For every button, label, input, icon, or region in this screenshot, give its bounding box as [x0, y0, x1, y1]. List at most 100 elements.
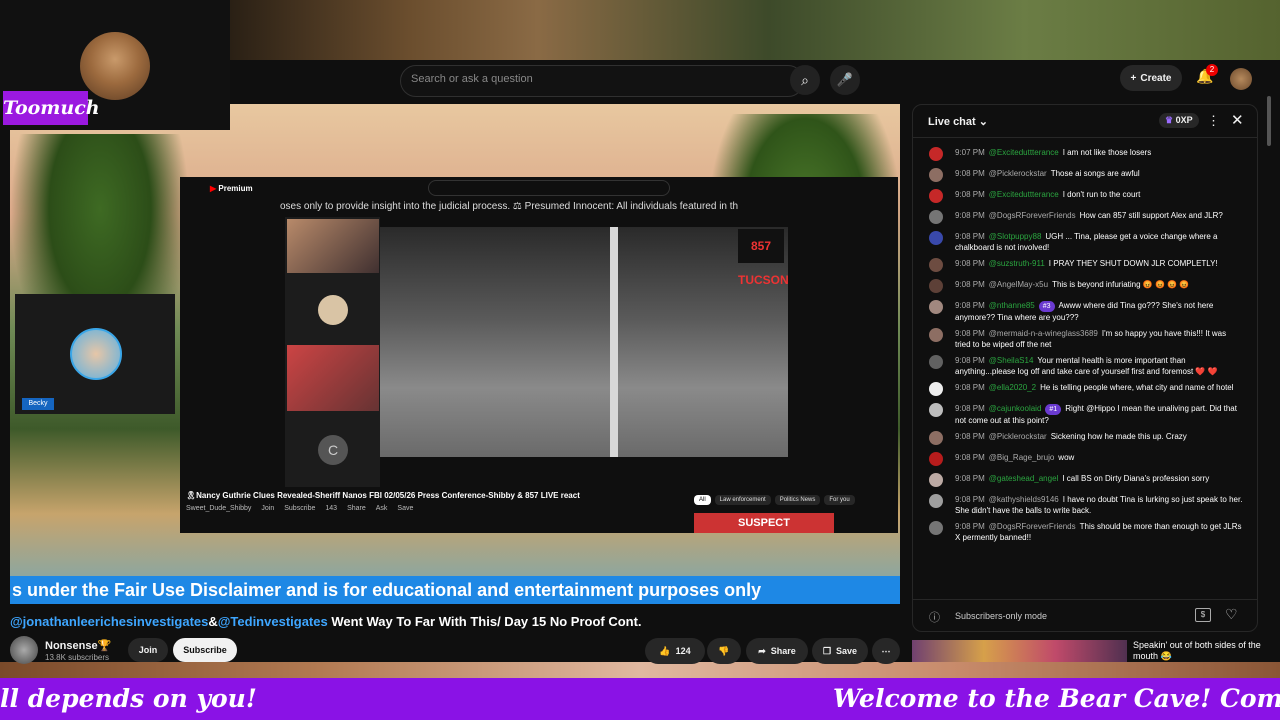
chat-text: I call BS on Dirty Diana's profession so… — [1062, 474, 1210, 483]
inner-subscribe: Subscribe — [284, 505, 316, 512]
chat-text: Those ai songs are awful — [1050, 169, 1140, 178]
chat-avatar[interactable] — [929, 210, 943, 224]
chat-avatar[interactable] — [929, 258, 943, 272]
chat-author[interactable]: @ella2020_2 — [989, 383, 1036, 392]
save-label: Save — [836, 646, 858, 656]
chat-avatar[interactable] — [929, 382, 943, 396]
chat-avatar[interactable] — [929, 300, 943, 314]
super-chat-icon[interactable]: $ — [1195, 608, 1211, 622]
chat-avatar[interactable] — [929, 189, 943, 203]
chat-avatar[interactable] — [929, 168, 943, 182]
chat-author[interactable]: @mermaid-n-a-wineglass3689 — [989, 329, 1098, 338]
dislike-button[interactable]: 👎 — [707, 638, 741, 664]
inner-video-title: 🎗Nancy Guthrie Clues Revealed-Sheriff Na… — [186, 491, 580, 500]
chat-author[interactable]: @cajunkoolaid — [989, 404, 1042, 413]
chat-message: 9:08 PM @cajunkoolaid #1 Right @Hippo I mea… — [913, 401, 1257, 429]
chat-author[interactable]: @DogsRForeverFriends — [989, 211, 1076, 220]
channel-name[interactable]: Nonsense🏆 — [45, 639, 111, 652]
chat-author[interactable]: @nthanne85 — [989, 301, 1035, 310]
chat-message: 9:08 PM @gateshead_angel I call BS on Dirt… — [913, 471, 1257, 492]
mention-link[interactable]: @Tedinvestigates — [218, 614, 328, 629]
chat-author[interactable]: @SheilaS14 — [989, 356, 1034, 365]
suspect-banner: SUSPECT — [694, 513, 834, 533]
chat-avatar[interactable] — [929, 431, 943, 445]
close-icon[interactable]: ✕ — [1231, 111, 1244, 129]
chat-author[interactable]: @gateshead_angel — [989, 474, 1059, 483]
create-label: Create — [1140, 72, 1172, 84]
participant-cam — [287, 345, 379, 411]
chat-message: 9:08 PM @Picklerockstar Sickening how he m… — [913, 429, 1257, 450]
marquee-text-left: ll depends on you! — [0, 684, 257, 713]
video-player[interactable]: Becky ▶ Premium oses only to provide ins… — [10, 104, 900, 604]
search-input[interactable]: Search or ask a question — [400, 65, 804, 97]
guest-name-tag: Becky — [22, 398, 54, 410]
inner-channel: Sweet_Dude_Shibby — [186, 505, 252, 512]
chat-text: I don't run to the court — [1062, 190, 1141, 199]
chat-avatar[interactable] — [929, 521, 943, 535]
inner-meta: Sweet_Dude_Shibby Join Subscribe 143 Sha… — [186, 505, 413, 512]
inner-topbar: ▶ Premium — [180, 177, 898, 199]
mention-link[interactable]: @jonathanleerichesinvestigates — [10, 614, 208, 629]
chat-avatar[interactable] — [929, 231, 943, 245]
subscribe-button[interactable]: Subscribe — [173, 638, 237, 662]
kebab-menu-icon[interactable]: ⋮ — [1207, 113, 1220, 129]
chat-time: 9:08 PM — [955, 474, 985, 483]
chat-author[interactable]: @Slotpuppy88 — [989, 232, 1042, 241]
save-button[interactable]: ❐ Save — [812, 638, 868, 664]
plus-icon: + — [1130, 72, 1137, 84]
chat-author[interactable]: @suzstruth-911 — [989, 259, 1045, 268]
chat-time: 9:08 PM — [955, 432, 985, 441]
thumbs-down-icon: 👎 — [718, 645, 730, 656]
info-icon[interactable]: ⓘ — [929, 609, 940, 625]
chat-avatar[interactable] — [929, 355, 943, 369]
recommended-thumbnail[interactable] — [912, 640, 1127, 662]
search-icon[interactable]: ⌕ — [790, 65, 820, 95]
join-button[interactable]: Join — [128, 638, 168, 662]
chat-message: 9:08 PM @nthanne85 #3 Awww where did Tina g… — [913, 298, 1257, 326]
chat-author[interactable]: @DogsRForeverFriends — [989, 522, 1076, 531]
chip: Politics News — [774, 495, 821, 505]
chat-author[interactable]: @Exciteduttterance — [989, 148, 1059, 157]
chat-message: 9:07 PM @Exciteduttterance I am not like t… — [913, 145, 1257, 166]
chat-message: 9:08 PM @Exciteduttterance I don't run to … — [913, 187, 1257, 208]
xp-badge[interactable]: ♛ 0XP — [1159, 113, 1199, 128]
chat-mode-dropdown[interactable]: Live chat ⌄ — [928, 115, 988, 128]
chat-author[interactable]: @Picklerockstar — [989, 169, 1047, 178]
inner-crawl-text: oses only to provide insight into the ju… — [280, 201, 739, 212]
microphone-icon[interactable]: 🎤 — [830, 65, 860, 95]
chat-avatar[interactable] — [929, 494, 943, 508]
live-chat-panel: Live chat ⌄ ♛ 0XP ⋮ ✕ 9:07 PM @Excitedutt… — [912, 104, 1258, 632]
create-button[interactable]: + Create — [1120, 65, 1182, 91]
chat-text: He is telling people where, what city an… — [1040, 383, 1234, 392]
channel-avatar[interactable] — [10, 636, 38, 664]
like-count: 124 — [675, 646, 691, 656]
more-actions-button[interactable]: ⋯ — [872, 638, 900, 664]
recommended-title[interactable]: Speakin' out of both sides of the mouth … — [1133, 640, 1273, 662]
chat-avatar[interactable] — [929, 328, 943, 342]
inner-chips: All Law enforcement Politics News For yo… — [694, 495, 855, 505]
chat-avatar[interactable] — [929, 403, 943, 417]
subscribers-only-label: Subscribers-only mode — [955, 611, 1048, 621]
chat-author[interactable]: @AngelMay-x5u — [989, 280, 1048, 289]
chat-time: 9:08 PM — [955, 383, 985, 392]
like-button[interactable]: 👍 124 — [645, 638, 705, 664]
chat-avatar[interactable] — [929, 473, 943, 487]
chat-avatar[interactable] — [929, 147, 943, 161]
chat-avatar[interactable] — [929, 452, 943, 466]
share-button[interactable]: ➦ Share — [746, 638, 808, 664]
page-scrollbar[interactable] — [1266, 96, 1272, 656]
chat-text: wow — [1058, 453, 1075, 462]
chat-author[interactable]: @Exciteduttterance — [989, 190, 1059, 199]
chat-author[interactable]: @Big_Rage_brujo — [989, 453, 1055, 462]
chat-author[interactable]: @Picklerockstar — [989, 432, 1047, 441]
chevron-down-icon: ⌄ — [978, 116, 988, 128]
heart-icon[interactable]: ♡ — [1225, 606, 1238, 623]
bottom-marquee: ll depends on you! Welcome to the Bear C… — [0, 678, 1280, 720]
chat-author[interactable]: @kathyshields9146 — [989, 495, 1059, 504]
participant-avatar — [318, 295, 348, 325]
chat-avatar[interactable] — [929, 279, 943, 293]
chat-message: 9:08 PM @Picklerockstar Those ai songs are… — [913, 166, 1257, 187]
chip: Law enforcement — [714, 495, 771, 505]
user-avatar[interactable] — [1230, 68, 1252, 90]
guest-cam: Becky — [15, 294, 175, 414]
